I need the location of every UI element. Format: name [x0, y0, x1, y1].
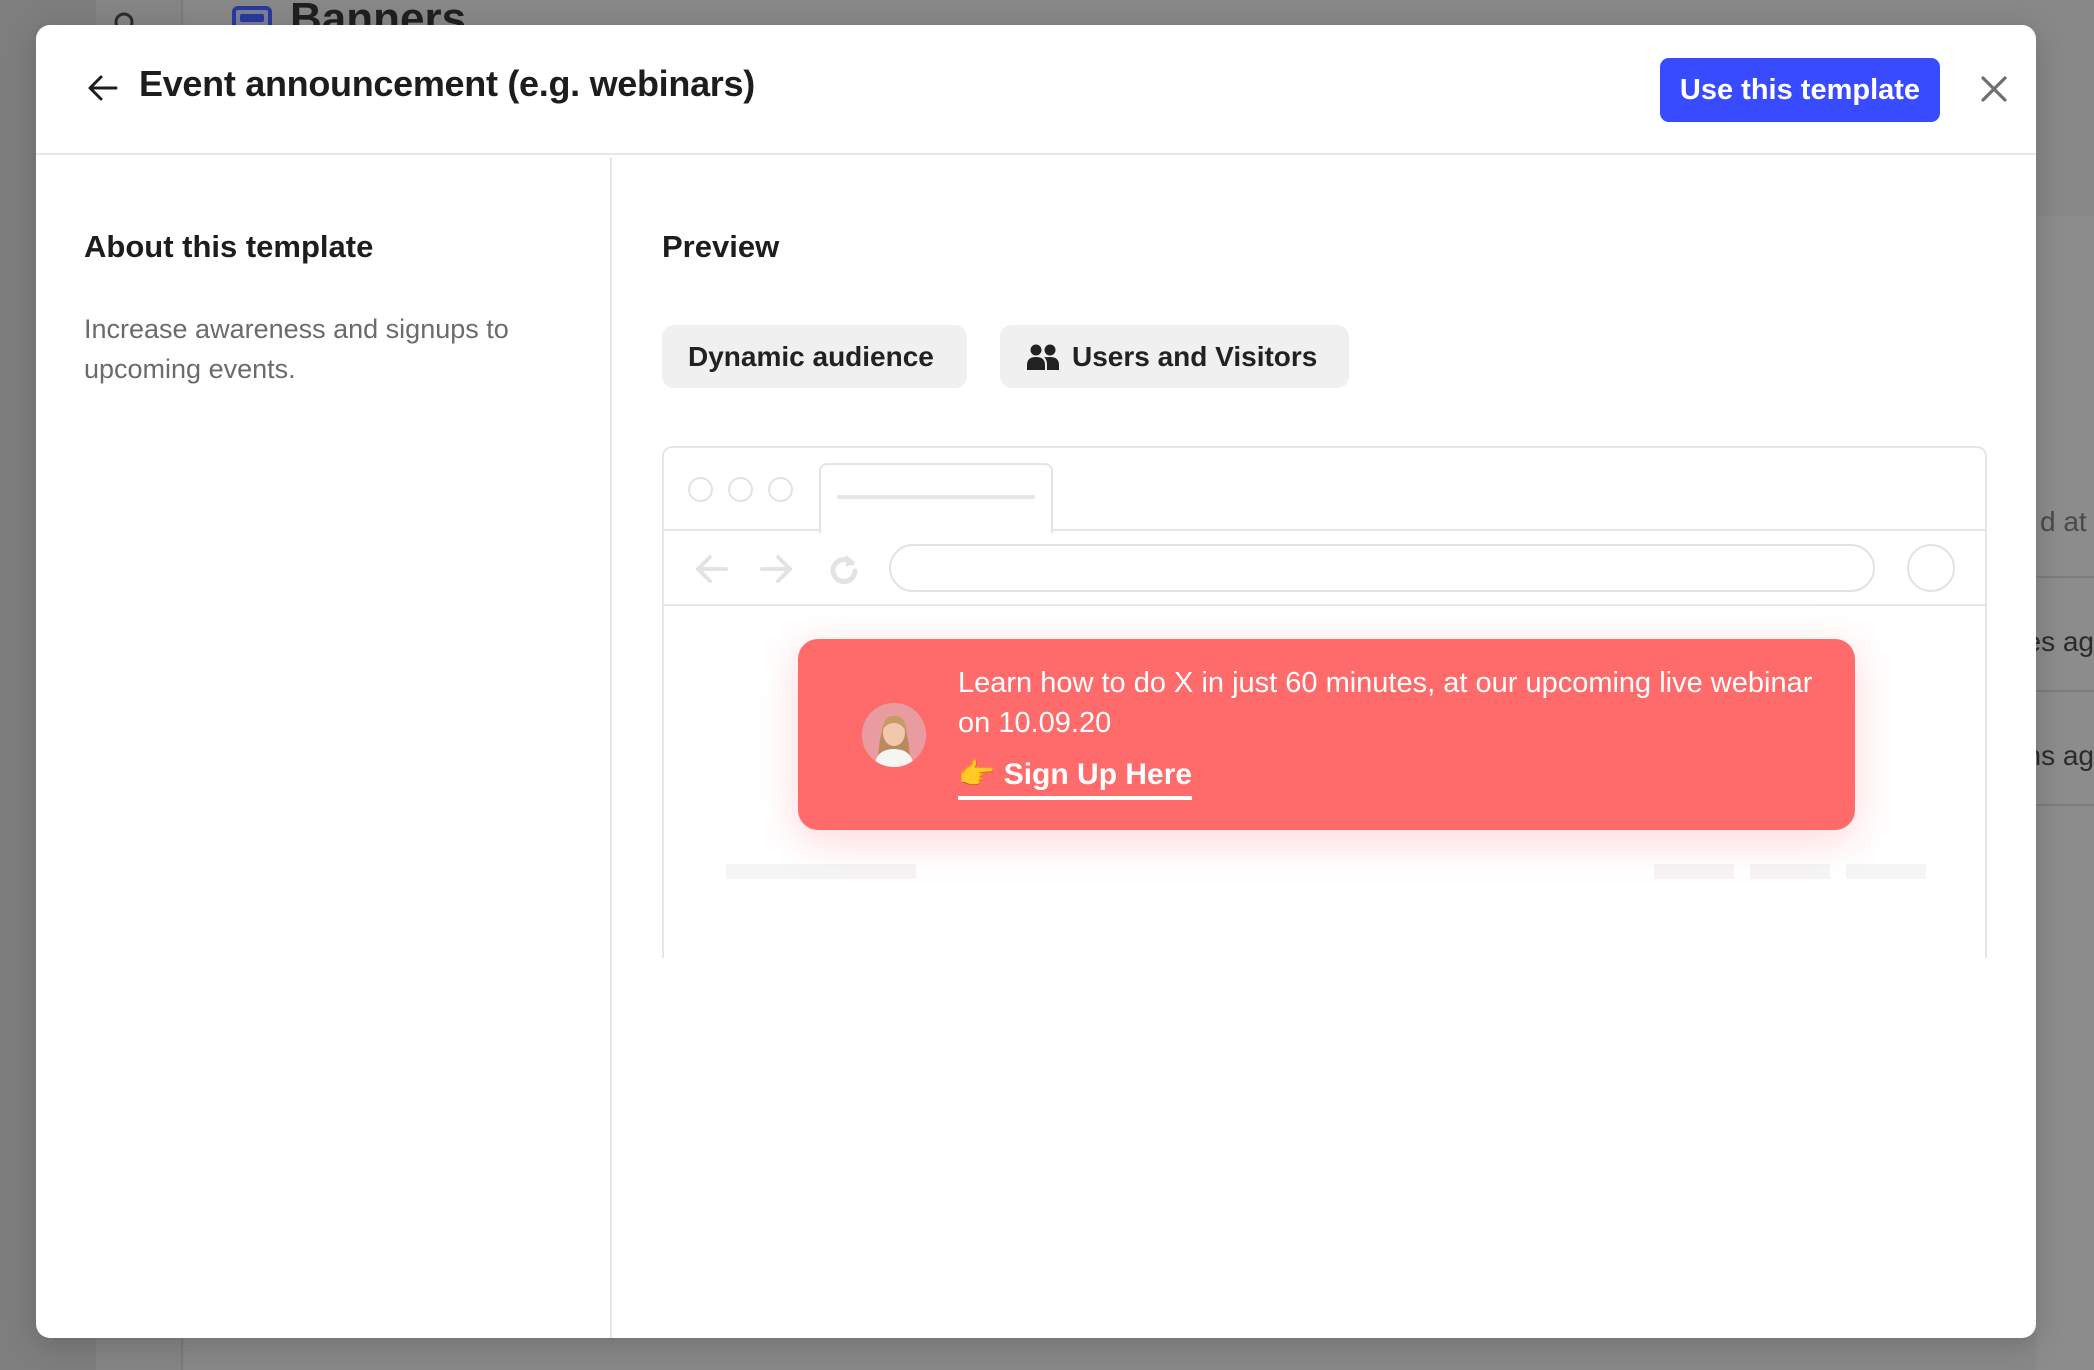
browser-back-icon — [696, 555, 728, 583]
background-table-cell: hs ag — [2036, 740, 2094, 771]
window-control-dot — [688, 477, 713, 502]
browser-refresh-icon — [830, 555, 858, 585]
arrow-left-icon — [88, 75, 118, 101]
users-icon — [1027, 344, 1059, 370]
background-row-divider — [2036, 804, 2094, 806]
about-panel: About this template Increase awareness a… — [36, 157, 612, 1338]
template-modal: Event announcement (e.g. webinars) Use t… — [36, 25, 2036, 1338]
background-row-divider — [2036, 576, 2094, 578]
close-icon — [1981, 76, 2007, 102]
chip-label: Users and Visitors — [1072, 340, 1318, 372]
close-button[interactable] — [1972, 67, 2016, 111]
background-table-panel — [2036, 216, 2094, 1370]
about-heading: About this template — [84, 229, 374, 264]
background-table-header: d at — [2040, 506, 2087, 537]
browser-nav-row — [664, 531, 1985, 606]
modal-header: Event announcement (e.g. webinars) Use t… — [36, 25, 2036, 155]
preview-heading: Preview — [662, 229, 780, 264]
window-control-dot — [768, 477, 793, 502]
chip-label: Dynamic audience — [688, 340, 934, 372]
audience-type-chip: Dynamic audience — [662, 325, 967, 388]
page-skeleton-block — [1654, 864, 1734, 879]
banner-cta-link[interactable]: 👉 Sign Up Here — [958, 757, 1193, 800]
browser-address-bar — [889, 544, 1875, 592]
banner-cta-label: Sign Up Here — [1003, 758, 1193, 791]
avatar — [862, 703, 926, 767]
tab-title-placeholder — [837, 495, 1035, 499]
background-row-divider — [2036, 690, 2094, 692]
window-control-dot — [728, 477, 753, 502]
back-button[interactable] — [80, 65, 126, 111]
modal-title: Event announcement (e.g. webinars) — [139, 63, 755, 104]
browser-tab-bar — [664, 448, 1985, 533]
browser-mockup: Learn how to do X in just 60 minutes, at… — [662, 446, 1987, 958]
audience-segment-chip: Users and Visitors — [1000, 325, 1349, 388]
about-description: Increase awareness and signups to upcomi… — [84, 314, 509, 384]
avatar-photo — [862, 703, 926, 767]
page-skeleton-block — [1846, 864, 1926, 879]
browser-profile-circle — [1907, 544, 1955, 592]
banner-preview: Learn how to do X in just 60 minutes, at… — [798, 639, 1855, 830]
background-table-cell: es ag — [2036, 626, 2094, 657]
use-template-button[interactable]: Use this template — [1660, 58, 1940, 122]
page-skeleton-block — [1750, 864, 1830, 879]
browser-tab — [819, 463, 1053, 533]
preview-panel: Preview Dynamic audience Users and Visit… — [614, 157, 2036, 1338]
banner-message: Learn how to do X in just 60 minutes, at… — [958, 667, 1813, 739]
page-skeleton-block — [726, 864, 916, 879]
pointing-hand-icon: 👉 — [958, 758, 996, 791]
browser-forward-icon — [760, 555, 792, 583]
